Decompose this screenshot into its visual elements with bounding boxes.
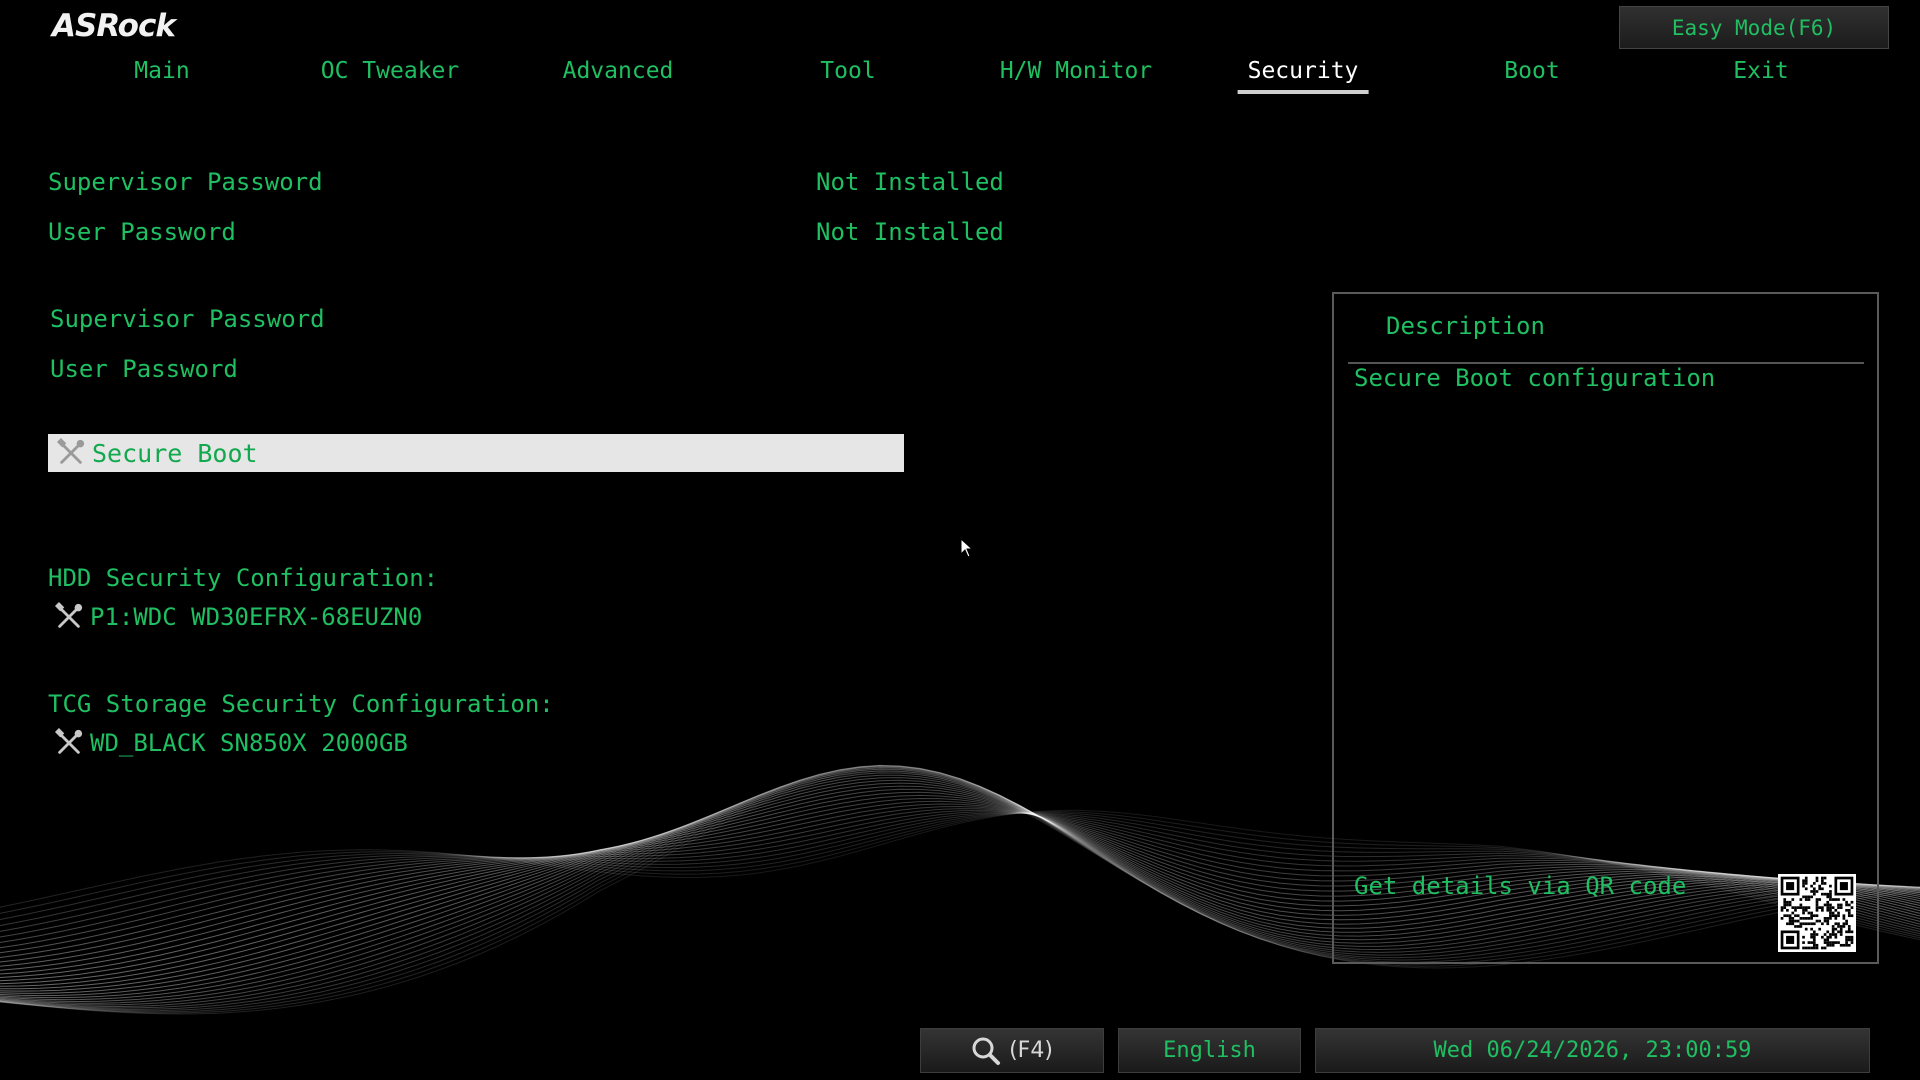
supervisor-password-status-value: Not Installed: [816, 168, 1004, 196]
tab-exit[interactable]: Exit: [1723, 58, 1798, 90]
user-password-status-label: User Password: [48, 218, 236, 246]
tools-icon: [54, 602, 83, 628]
description-title: Description: [1386, 312, 1545, 340]
secure-boot-item[interactable]: Secure Boot: [48, 434, 904, 472]
secure-boot-label: Secure Boot: [92, 438, 258, 468]
hdd-security-heading: HDD Security Configuration:: [48, 564, 439, 592]
tools-icon: [54, 728, 83, 754]
tcg-security-heading: TCG Storage Security Configuration:: [48, 690, 554, 718]
asrock-logo: ASRock: [52, 8, 176, 44]
description-panel: Description Secure Boot configuration Ge…: [1332, 292, 1879, 964]
mouse-cursor-icon: [960, 538, 974, 558]
supervisor-password-status-label: Supervisor Password: [48, 168, 323, 196]
qr-code-icon: [1778, 874, 1856, 952]
tcg-device-item[interactable]: WD_BLACK SN850X 2000GB: [46, 728, 408, 758]
main-nav: Main OC Tweaker Advanced Tool H/W Monito…: [0, 58, 1920, 98]
tab-hw-monitor[interactable]: H/W Monitor: [990, 58, 1162, 90]
tab-advanced[interactable]: Advanced: [553, 58, 684, 90]
search-shortcut-label: (F4): [1009, 1038, 1053, 1063]
hdd-device-label: P1:WDC WD30EFRX-68EUZN0: [90, 603, 423, 631]
tab-boot[interactable]: Boot: [1494, 58, 1569, 90]
datetime-display[interactable]: Wed 06/24/2026, 23:00:59: [1315, 1028, 1870, 1073]
tools-icon: [56, 438, 85, 464]
tcg-device-label: WD_BLACK SN850X 2000GB: [90, 729, 408, 757]
language-button[interactable]: English: [1118, 1028, 1301, 1073]
set-user-password-item[interactable]: User Password: [50, 355, 238, 383]
qr-details-text: Get details via QR code: [1354, 872, 1687, 900]
user-password-status-value: Not Installed: [816, 218, 1004, 246]
tab-main[interactable]: Main: [124, 58, 199, 90]
set-supervisor-password-item[interactable]: Supervisor Password: [50, 305, 325, 333]
search-button[interactable]: (F4): [920, 1028, 1104, 1073]
easy-mode-button[interactable]: Easy Mode(F6): [1619, 6, 1889, 49]
tab-tool[interactable]: Tool: [810, 58, 885, 90]
tab-oc-tweaker[interactable]: OC Tweaker: [311, 58, 469, 90]
search-icon: [972, 1037, 1001, 1065]
tab-security[interactable]: Security: [1237, 58, 1369, 94]
hdd-device-item[interactable]: P1:WDC WD30EFRX-68EUZN0: [46, 602, 422, 632]
description-text: Secure Boot configuration: [1354, 364, 1716, 392]
